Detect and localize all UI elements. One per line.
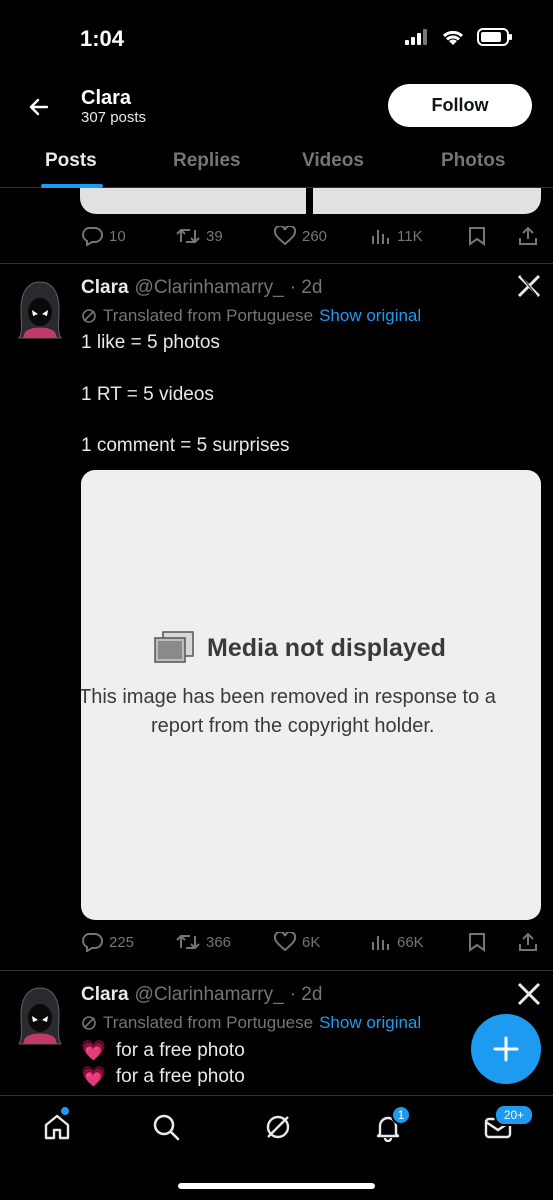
x-logo-icon bbox=[517, 980, 541, 1014]
grok-icon bbox=[266, 1115, 290, 1139]
avatar[interactable] bbox=[17, 986, 63, 1046]
media-description: This image has been removed in response … bbox=[81, 686, 496, 708]
views-action[interactable]: 11K bbox=[371, 226, 423, 246]
heart-icon bbox=[274, 932, 296, 952]
heart-icon bbox=[274, 226, 296, 246]
tweet-text-line: 1 RT = 5 videos bbox=[81, 384, 214, 405]
retweet-action[interactable]: 39 bbox=[176, 226, 223, 246]
media-placeholder[interactable]: Media not displayed This image has been … bbox=[81, 470, 541, 920]
retweet-count: 39 bbox=[206, 227, 223, 245]
messages-badge: 20+ bbox=[494, 1104, 534, 1126]
reply-count: 10 bbox=[109, 227, 126, 245]
tweet-author-name[interactable]: Clara bbox=[81, 984, 129, 1006]
translate-icon bbox=[82, 309, 96, 323]
tab-videos[interactable]: Videos bbox=[302, 150, 364, 172]
retweet-icon bbox=[176, 228, 200, 244]
back-button[interactable] bbox=[18, 86, 60, 128]
pink-heart-icon: 💗 bbox=[81, 1040, 106, 1062]
share-action[interactable] bbox=[518, 226, 538, 246]
retweet-count: 366 bbox=[206, 933, 232, 951]
share-icon bbox=[519, 226, 537, 245]
tweet-text-line: 💗 for a free photo bbox=[81, 1038, 245, 1064]
pink-heart-icon: 💗 bbox=[81, 1066, 106, 1088]
media-title: Media not displayed bbox=[207, 634, 446, 662]
tweet-header: Clara @Clarinhamarry_ · 2d bbox=[81, 277, 322, 299]
tweet-author-name[interactable]: Clara bbox=[81, 277, 129, 299]
share-action[interactable] bbox=[518, 932, 538, 952]
views-count: 66K bbox=[397, 933, 424, 951]
tab-posts[interactable]: Posts bbox=[45, 150, 97, 172]
bookmark-icon bbox=[469, 933, 485, 952]
profile-name: Clara bbox=[81, 87, 132, 109]
home-dot-badge bbox=[59, 1105, 71, 1117]
prev-tweet-media-right[interactable] bbox=[313, 188, 541, 214]
translated-label: Translated from Portuguese bbox=[103, 306, 314, 325]
home-indicator bbox=[178, 1183, 375, 1189]
battery-icon bbox=[477, 28, 512, 46]
like-count: 260 bbox=[302, 227, 328, 245]
translation-notice: Translated from Portuguese Show original bbox=[81, 306, 421, 326]
home-icon bbox=[44, 1114, 70, 1140]
tab-photos[interactable]: Photos bbox=[441, 150, 505, 172]
retweet-icon bbox=[176, 934, 200, 950]
views-icon bbox=[372, 230, 389, 244]
tab-replies[interactable]: Replies bbox=[173, 150, 241, 172]
bookmark-icon bbox=[469, 227, 485, 246]
search-tab[interactable] bbox=[151, 1112, 181, 1142]
avatar[interactable] bbox=[17, 280, 63, 340]
bookmark-action[interactable] bbox=[468, 226, 486, 246]
reply-count: 225 bbox=[109, 933, 135, 951]
reply-action[interactable]: 225 bbox=[81, 932, 134, 952]
show-original-link[interactable]: Show original bbox=[319, 1013, 421, 1033]
media-description: report from the copyright holder. bbox=[151, 715, 435, 737]
tweet-text: for a free photo bbox=[115, 1040, 245, 1061]
search-icon bbox=[153, 1114, 180, 1141]
status-time: 1:04 bbox=[80, 26, 125, 51]
tweet-text-line: 1 comment = 5 surprises bbox=[81, 435, 290, 456]
plus-icon bbox=[493, 1036, 519, 1062]
home-tab[interactable] bbox=[42, 1112, 72, 1142]
like-action[interactable]: 6K bbox=[274, 932, 320, 952]
wifi-icon bbox=[442, 30, 464, 45]
translated-label: Translated from Portuguese bbox=[103, 1013, 314, 1032]
bookmark-action[interactable] bbox=[468, 932, 486, 952]
tweet-text: for a free photo bbox=[115, 1066, 245, 1087]
retweet-action[interactable]: 366 bbox=[176, 932, 231, 952]
show-original-link[interactable]: Show original bbox=[319, 306, 421, 326]
translation-notice: Translated from Portuguese Show original bbox=[81, 1013, 421, 1033]
follow-button[interactable]: Follow bbox=[388, 84, 532, 127]
arrow-left-icon bbox=[29, 98, 49, 116]
share-icon bbox=[519, 932, 537, 951]
like-count: 6K bbox=[302, 933, 321, 951]
notifications-badge: 1 bbox=[391, 1105, 411, 1125]
image-icon bbox=[154, 631, 194, 663]
views-icon bbox=[372, 936, 389, 950]
post-count: 307 posts bbox=[81, 109, 147, 126]
tweet-text-line: 💗 for a free photo bbox=[81, 1064, 245, 1090]
reply-icon bbox=[82, 227, 103, 246]
tweet-author-handle[interactable]: @Clarinhamarry_ bbox=[135, 984, 284, 1006]
grok-tab[interactable] bbox=[263, 1112, 293, 1142]
tweet-age: · 2d bbox=[289, 984, 323, 1005]
tweet-header: Clara @Clarinhamarry_ · 2d bbox=[81, 984, 322, 1006]
reply-icon bbox=[82, 933, 103, 952]
reply-action[interactable]: 10 bbox=[81, 226, 126, 246]
tweet-text-line: 1 like = 5 photos bbox=[81, 332, 220, 353]
views-count: 11K bbox=[397, 227, 423, 245]
views-action[interactable]: 66K bbox=[371, 932, 424, 952]
divider bbox=[0, 263, 553, 264]
tweet-author-handle[interactable]: @Clarinhamarry_ bbox=[135, 277, 284, 299]
compose-button[interactable] bbox=[471, 1014, 541, 1084]
translate-icon bbox=[82, 1016, 96, 1030]
status-icons bbox=[405, 28, 513, 46]
tweet-age: · 2d bbox=[289, 277, 323, 298]
x-logo-icon bbox=[517, 272, 541, 306]
like-action[interactable]: 260 bbox=[274, 226, 327, 246]
signal-icon bbox=[405, 29, 427, 45]
divider bbox=[0, 970, 553, 971]
prev-tweet-media-left[interactable] bbox=[80, 188, 306, 214]
